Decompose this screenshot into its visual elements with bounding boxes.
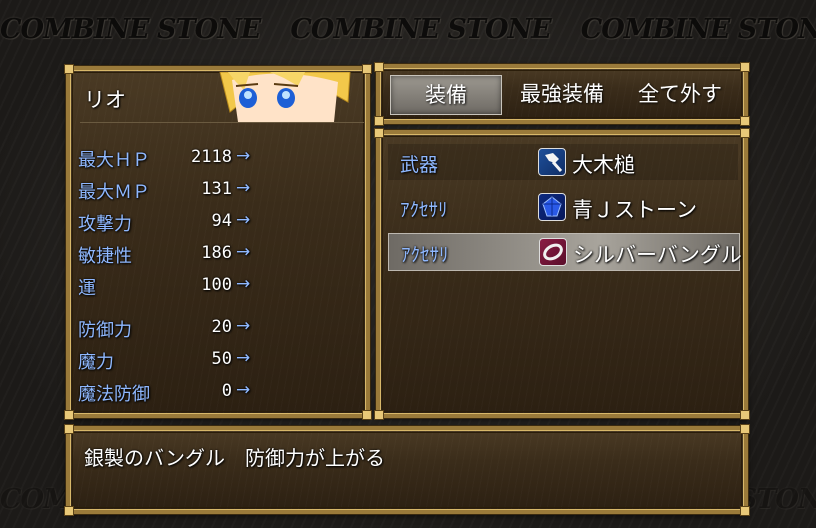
stat-value: 94 [211, 211, 232, 231]
slot-type-label: ｱｸｾｻﾘ [400, 199, 448, 221]
slot-type-label: ｱｸｾｻﾘ [401, 244, 449, 266]
hammer-icon [538, 148, 566, 176]
slot-item-name: 青Ｊストーン [572, 198, 697, 222]
help-window: 銀製のバングル 防御力が上がる [64, 424, 750, 516]
command-window: 装備 最強装備 全て外す [374, 62, 750, 126]
name-divider [80, 122, 364, 123]
bangle-icon [539, 238, 567, 266]
clear-all-command[interactable]: 全て外す [624, 75, 736, 113]
stat-label: 運 [78, 278, 96, 299]
stat-value: 0 [221, 381, 232, 401]
right-arrow-icon: → [236, 348, 251, 368]
item-description: 銀製のバングル 防御力が上がる [84, 446, 385, 470]
right-arrow-icon: → [236, 242, 251, 262]
stat-label: 魔法防御 [78, 384, 150, 405]
right-arrow-icon: → [236, 274, 251, 294]
optimize-command[interactable]: 最強装備 [506, 75, 618, 113]
actor-face-portrait [210, 72, 360, 122]
stat-label: 最大ＨＰ [78, 150, 150, 171]
equip-command[interactable]: 装備 [390, 75, 502, 115]
right-arrow-icon: → [236, 316, 251, 336]
right-arrow-icon: → [236, 380, 251, 400]
stat-value: 2118 [191, 147, 232, 167]
banner-text: COMBINE STONE [580, 14, 816, 45]
stat-label: 最大ＭＰ [78, 182, 150, 203]
banner-text: COMBINE STONE [290, 14, 551, 45]
stat-value: 100 [201, 275, 232, 295]
stat-value: 186 [201, 243, 232, 263]
stat-label: 敏捷性 [78, 246, 132, 267]
stat-label: 防御力 [78, 320, 132, 341]
blue-gem-icon [538, 193, 566, 221]
stat-value: 20 [211, 317, 232, 337]
status-window: リオ 最大ＨＰ 2118 → 最大ＭＰ 131 → 攻撃力 94 → 敏捷性 1… [64, 64, 372, 420]
banner-text: COMBINE STONE [0, 14, 261, 45]
equip-slot-window: 武器 大木槌 ｱｸｾｻﾘ 青Ｊストーン ｱｸｾｻﾘ シルバーバングル [374, 128, 750, 420]
stat-value: 131 [201, 179, 232, 199]
right-arrow-icon: → [236, 178, 251, 198]
right-arrow-icon: → [236, 210, 251, 230]
title-banner: COMBINE STONE COMBINE STONE COMBINE STON… [0, 14, 816, 50]
stat-value: 50 [211, 349, 232, 369]
slot-row[interactable]: 武器 大木槌 [388, 144, 738, 180]
slot-row-selected[interactable]: ｱｸｾｻﾘ シルバーバングル [388, 233, 742, 271]
slot-item-name: シルバーバングル [573, 243, 742, 267]
right-arrow-icon: → [236, 146, 251, 166]
slot-row[interactable]: ｱｸｾｻﾘ 青Ｊストーン [388, 189, 738, 225]
actor-name: リオ [84, 88, 126, 112]
stat-label: 攻撃力 [78, 214, 132, 235]
slot-item-name: 大木槌 [572, 153, 635, 177]
slot-type-label: 武器 [400, 154, 439, 176]
stat-label: 魔力 [78, 352, 114, 373]
